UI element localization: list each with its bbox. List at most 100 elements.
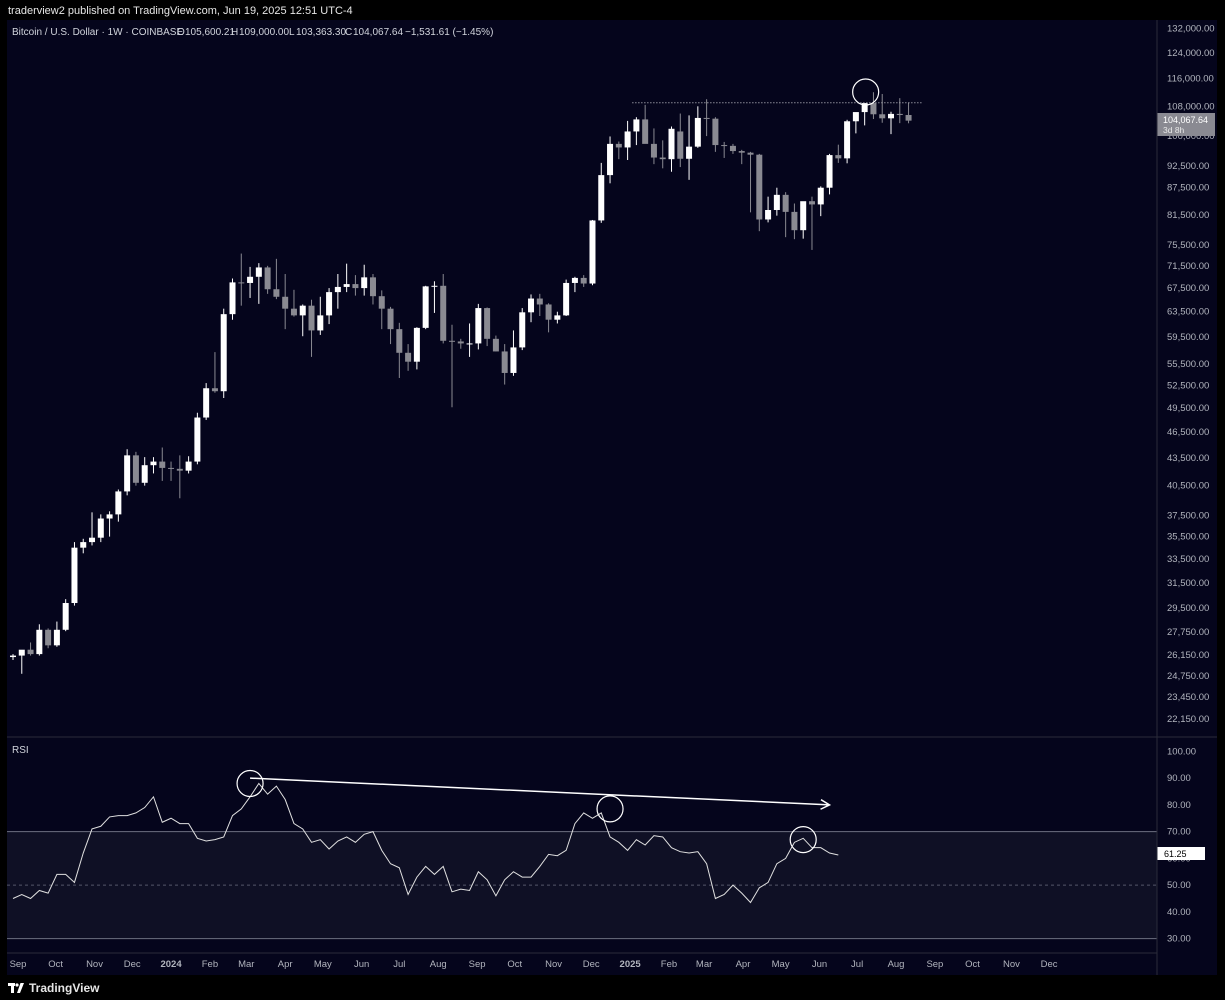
time-tick-label: Nov	[545, 959, 562, 970]
candle-body	[589, 220, 596, 284]
price-badge: 104,067.64 3d 8h	[1157, 113, 1215, 136]
time-tick-label: May	[772, 959, 790, 970]
price-tick-label: 71,500.00	[1167, 261, 1209, 272]
price-tick-label: 24,750.00	[1167, 671, 1209, 682]
time-tick-label: May	[314, 959, 332, 970]
candle-body	[80, 542, 87, 548]
candle-body	[747, 152, 754, 155]
candle-body	[457, 341, 464, 344]
time-tick-label: 2024	[160, 959, 182, 970]
rsi-tick-label: 50.00	[1167, 880, 1191, 891]
candle-body	[396, 329, 403, 353]
candle-body	[308, 305, 315, 331]
candle-body	[703, 117, 710, 119]
rsi-tick-label: 100.00	[1167, 746, 1196, 757]
time-tick-label: Oct	[965, 959, 980, 970]
tradingview-logo[interactable]: TradingView	[8, 981, 99, 995]
price-tick-label: 75,500.00	[1167, 240, 1209, 251]
candle-body	[686, 146, 693, 159]
time-tick-label: Nov	[86, 959, 103, 970]
candle-body	[712, 118, 719, 146]
candle-body	[484, 308, 491, 339]
legend-low: 103,363.30	[296, 27, 346, 38]
time-tick-label: Nov	[1003, 959, 1020, 970]
time-tick-label: Dec	[1041, 959, 1058, 970]
time-tick-label: 2025	[620, 959, 642, 970]
time-tick-label: Sep	[926, 959, 943, 970]
candle-body	[290, 308, 297, 316]
rsi-pane: 100.0090.0080.0070.0060.0050.0040.0030.0…	[7, 746, 1196, 945]
high-circle-annotation	[852, 78, 880, 106]
candle-body	[71, 547, 78, 604]
candle-body	[361, 277, 368, 289]
price-tick-label: 52,500.00	[1167, 380, 1209, 391]
candle-body	[238, 282, 245, 284]
candle-body	[598, 175, 605, 221]
candle-body	[782, 194, 789, 212]
candle-body	[528, 298, 535, 313]
candle-body	[633, 119, 640, 132]
candle-body	[879, 114, 886, 119]
candle-body	[466, 343, 473, 345]
time-tick-label: Dec	[124, 959, 141, 970]
price-tick-label: 59,500.00	[1167, 332, 1209, 343]
candle-body	[694, 117, 701, 147]
candle-body	[650, 143, 657, 158]
candle-body	[115, 491, 122, 515]
candle-body	[185, 461, 192, 471]
footer-bar: TradingView	[0, 975, 1225, 1000]
candle-body	[27, 649, 34, 655]
price-tick-label: 40,500.00	[1167, 481, 1209, 492]
candle-body	[352, 284, 359, 289]
legend-high: 109,000.00	[239, 27, 289, 38]
candle-body	[501, 351, 508, 373]
candle-body	[106, 514, 113, 519]
candle-body	[888, 113, 894, 119]
time-axis[interactable]: Sep Oct Nov Dec 2024 Feb Mar Apr May Jun Jul Aug Sep…	[10, 959, 1058, 970]
candle-body	[132, 455, 139, 483]
rsi-value-badge: 61.25	[1157, 847, 1205, 860]
candle-body	[97, 518, 104, 538]
time-tick-label: Sep	[10, 959, 27, 970]
candle-body	[721, 145, 728, 147]
candle-body	[659, 157, 666, 160]
candle-body	[870, 103, 877, 115]
candle-body	[343, 284, 350, 287]
price-tick-label: 63,500.00	[1167, 307, 1209, 318]
candle-body	[387, 308, 394, 330]
price-tick-label: 108,000.00	[1167, 101, 1215, 112]
candle-body	[378, 296, 385, 309]
rsi-tick-label: 70.00	[1167, 827, 1191, 838]
candle-body	[264, 267, 271, 290]
rsi-tick-label: 30.00	[1167, 934, 1191, 945]
time-tick-label: Aug	[430, 959, 447, 970]
candle-body	[326, 292, 333, 316]
chart-canvas[interactable]: 132,000.00 124,000.00 116,000.00 108,000.00…	[7, 20, 1217, 975]
time-tick-label: Sep	[469, 959, 486, 970]
candle-body	[905, 114, 912, 121]
price-tick-label: 92,500.00	[1167, 161, 1209, 172]
candle-body	[817, 187, 824, 205]
time-tick-label: Apr	[736, 959, 751, 970]
time-tick-label: Oct	[507, 959, 522, 970]
rsi-tick-label: 40.00	[1167, 907, 1191, 918]
price-tick-label: 33,500.00	[1167, 554, 1209, 565]
candle-body	[299, 305, 306, 316]
candle-body	[405, 352, 412, 362]
price-tick-label: 29,500.00	[1167, 603, 1209, 614]
legend-symbol: Bitcoin / U.S. Dollar · 1W · COINBASE	[12, 27, 183, 38]
candle-body	[431, 285, 438, 287]
tradingview-icon	[8, 983, 24, 993]
time-tick-label: Dec	[583, 959, 600, 970]
candle-body	[642, 119, 649, 144]
candle-body	[255, 267, 262, 277]
candle-body	[765, 210, 772, 220]
chart-frame[interactable]: 132,000.00 124,000.00 116,000.00 108,000.00…	[7, 20, 1217, 975]
candle-body	[729, 145, 736, 152]
time-tick-label: Feb	[661, 959, 677, 970]
candle-body	[247, 276, 254, 283]
price-tick-label: 132,000.00	[1167, 24, 1215, 35]
legend-low-label: L	[289, 27, 295, 38]
candle-body	[668, 128, 675, 160]
symbol-legend: Bitcoin / U.S. Dollar · 1W · COINBASE O …	[12, 27, 493, 38]
